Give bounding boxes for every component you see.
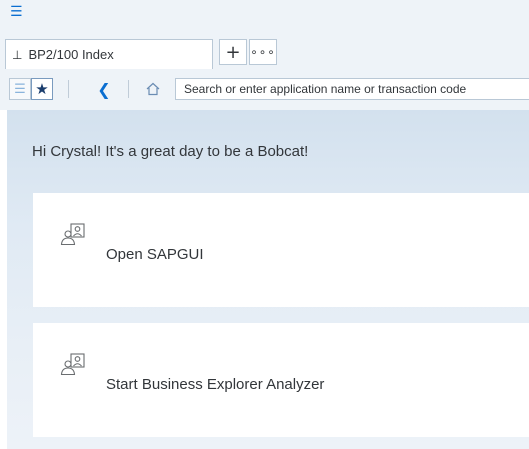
tab-label: BP2/100 Index: [28, 47, 114, 62]
more-tabs-button[interactable]: ∘∘∘: [249, 39, 277, 65]
chevron-left-icon[interactable]: ❮: [93, 78, 115, 100]
group-users-icon: [60, 223, 85, 246]
greeting-text: Hi Crystal! It's a great day to be a Bob…: [32, 143, 309, 160]
add-tab-button[interactable]: +: [219, 39, 247, 65]
toolbar-divider: [128, 80, 129, 98]
group-users-icon: [60, 353, 85, 376]
list-icon[interactable]: ☰: [9, 78, 31, 100]
toolbar: ☰ ★ ❮: [0, 75, 529, 103]
home-icon-graphic: [146, 82, 160, 96]
tab-bp2-100-index[interactable]: ⊥ BP2/100 Index: [5, 39, 213, 69]
launchpad-content: Hi Crystal! It's a great day to be a Bob…: [7, 110, 529, 449]
hamburger-menu-icon[interactable]: ☰: [10, 5, 24, 19]
search-input[interactable]: [175, 78, 529, 100]
tile-start-business-explorer-analyzer[interactable]: Start Business Explorer Analyzer: [33, 323, 529, 437]
star-icon[interactable]: ★: [31, 78, 53, 100]
tile-label: Start Business Explorer Analyzer: [106, 376, 325, 393]
tile-open-sapgui[interactable]: Open SAPGUI: [33, 193, 529, 307]
tile-label: Open SAPGUI: [106, 246, 204, 263]
shell-header: ☰ ⊥ BP2/100 Index + ∘∘∘ ☰ ★ ❮: [0, 0, 529, 110]
home-icon[interactable]: [142, 78, 164, 100]
sitemap-icon: ⊥: [12, 47, 23, 62]
toolbar-divider: [68, 80, 69, 98]
